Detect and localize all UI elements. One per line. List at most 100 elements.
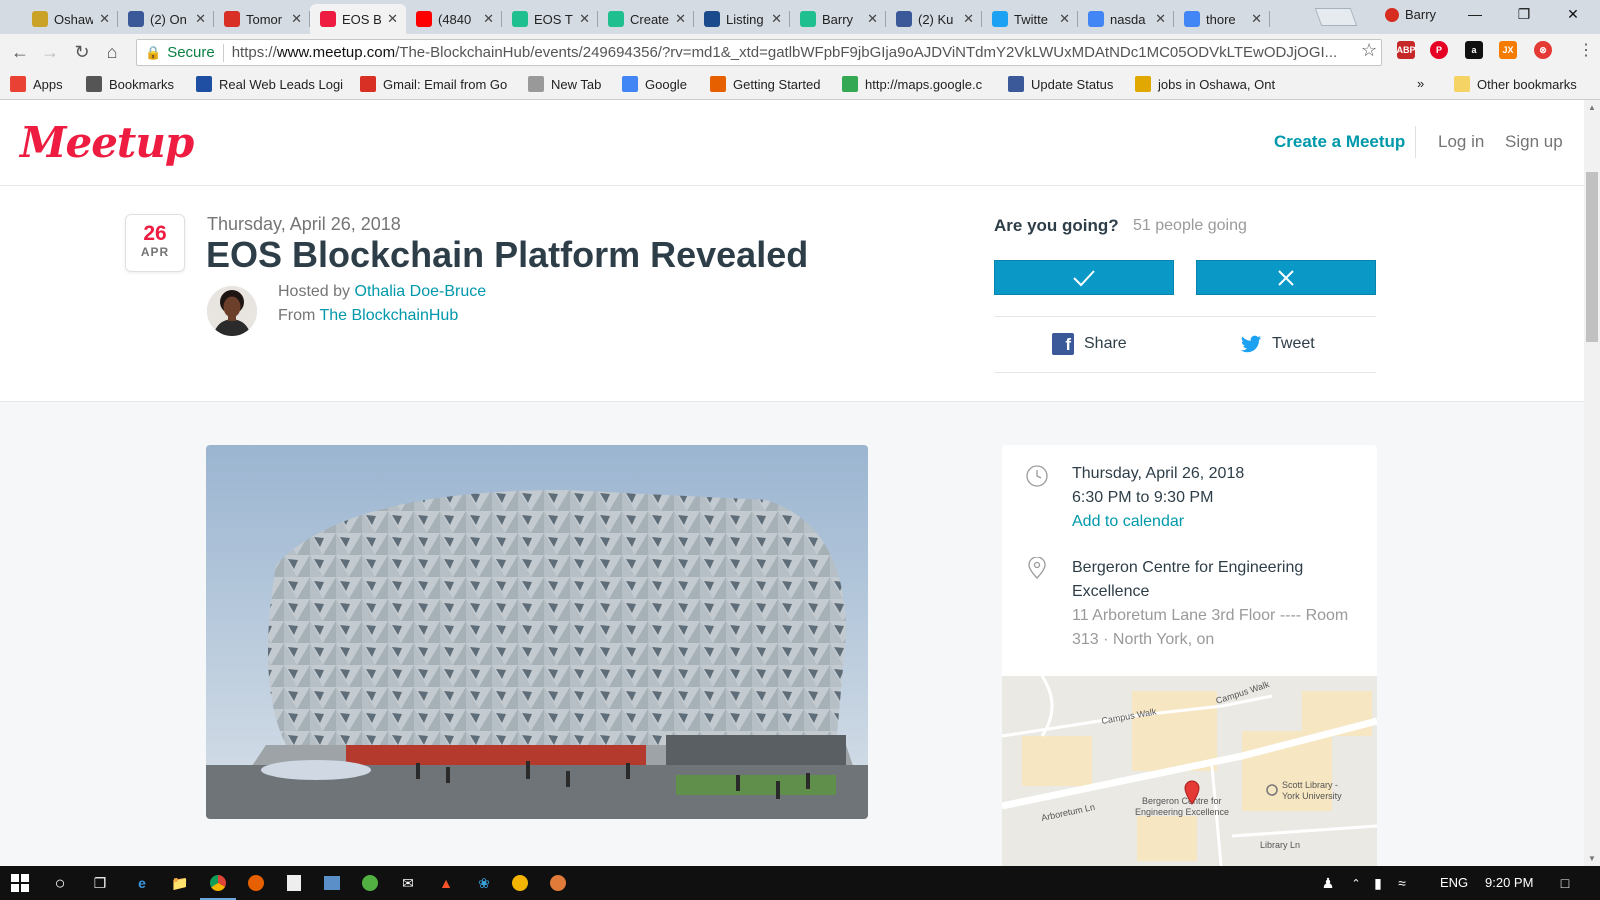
tab-title: Twitte [1014, 11, 1048, 27]
profile-button[interactable]: Barry [1385, 7, 1436, 22]
browser-tab[interactable]: EOS T ✕ [502, 4, 598, 34]
login-link[interactable]: Log in [1438, 132, 1484, 152]
tab-close-icon[interactable]: ✕ [195, 11, 206, 27]
restore-icon[interactable]: ❐ [1514, 6, 1534, 23]
chrome-menu-icon[interactable]: ⋮ [1578, 40, 1594, 60]
browser-tab[interactable]: Oshaw ✕ [22, 4, 118, 34]
tab-close-icon[interactable]: ✕ [387, 11, 398, 27]
bookmark-item[interactable]: Google [622, 76, 687, 92]
tab-close-icon[interactable]: ✕ [1155, 11, 1166, 27]
tab-close-icon[interactable]: ✕ [771, 11, 782, 27]
bookmark-item[interactable]: Getting Started [710, 76, 820, 92]
browser-tab[interactable]: Barry ✕ [790, 4, 886, 34]
scrollbar-thumb[interactable] [1586, 172, 1598, 342]
browser-tab[interactable]: Twitte ✕ [982, 4, 1078, 34]
tab-close-icon[interactable]: ✕ [291, 11, 302, 27]
tab-close-icon[interactable]: ✕ [579, 11, 590, 27]
facebook-icon: f [1052, 333, 1074, 355]
host-avatar[interactable] [207, 286, 257, 336]
tab-close-icon[interactable]: ✕ [963, 11, 974, 27]
rsvp-yes-button[interactable] [994, 260, 1174, 295]
xbox-icon[interactable] [360, 873, 380, 893]
clock[interactable]: 9:20 PM [1485, 875, 1533, 890]
browser-tab[interactable]: (4840 ✕ [406, 4, 502, 34]
tab-close-icon[interactable]: ✕ [867, 11, 878, 27]
oshawa-favicon-icon [32, 11, 48, 27]
facebook-share-button[interactable]: f Share [1052, 333, 1127, 355]
jx-extension-icon[interactable]: JX [1499, 41, 1517, 59]
people-icon[interactable]: ♟ [1318, 873, 1338, 893]
bookmark-star-icon[interactable]: ☆ [1361, 40, 1377, 61]
tab-close-icon[interactable]: ✕ [1059, 11, 1070, 27]
home-icon[interactable]: ⌂ [102, 42, 122, 62]
bookmark-item[interactable]: Update Status [1008, 76, 1113, 92]
tab-close-icon[interactable]: ✕ [675, 11, 686, 27]
bookmarks-overflow[interactable]: » [1417, 76, 1424, 91]
chrome-taskbar-icon[interactable] [200, 873, 236, 900]
browser-tab[interactable]: Listing ✕ [694, 4, 790, 34]
page-scrollbar[interactable]: ▲ ▼ [1584, 100, 1600, 866]
battery-icon[interactable]: ▮ [1368, 873, 1388, 893]
scroll-up-icon[interactable]: ▲ [1588, 103, 1596, 112]
meetup-logo[interactable]: Meetup [20, 118, 194, 167]
browser-tab[interactable]: nasda ✕ [1078, 4, 1174, 34]
minimize-icon[interactable]: — [1465, 6, 1485, 22]
wifi-icon[interactable]: ≈ [1392, 873, 1412, 893]
file-explorer-icon[interactable]: 📁 [170, 873, 190, 893]
tweet-button[interactable]: Tweet [1240, 333, 1315, 355]
browser-tab[interactable]: (2) Ku ✕ [886, 4, 982, 34]
bookmark-item[interactable]: New Tab [528, 76, 601, 92]
app-taskbar-icon[interactable] [322, 873, 342, 893]
signup-link[interactable]: Sign up [1505, 132, 1563, 152]
rsvp-no-button[interactable] [1196, 260, 1376, 295]
back-icon[interactable]: ← [10, 42, 30, 62]
network-app-icon[interactable]: ❀ [474, 873, 494, 893]
bookmark-item[interactable]: Bookmarks [86, 76, 174, 92]
calculator-icon[interactable] [284, 873, 304, 893]
host-name-link[interactable]: Othalia Doe-Bruce [355, 283, 487, 300]
cortana-icon[interactable]: ○ [50, 873, 70, 893]
adblock-extension-icon[interactable]: ABP [1397, 41, 1416, 59]
other-bookmarks[interactable]: Other bookmarks [1454, 76, 1577, 92]
bookmark-item[interactable]: Apps [10, 76, 63, 92]
forward-icon[interactable]: → [40, 42, 60, 62]
stop-extension-icon[interactable]: ⊗ [1534, 41, 1552, 59]
browser-tab[interactable]: Create ✕ [598, 4, 694, 34]
brave-icon[interactable]: ▲ [436, 873, 456, 893]
browser-tab[interactable]: thore ✕ [1174, 4, 1270, 34]
hosted-by-prefix: Hosted by [278, 283, 351, 300]
venue-map[interactable]: Campus Walk Campus Walk Arboretum Ln Lib… [1002, 675, 1377, 866]
new-tab-button[interactable] [1314, 8, 1358, 26]
edge-icon[interactable]: e [132, 873, 152, 893]
windows-start-icon[interactable] [10, 873, 30, 893]
going-count[interactable]: 51 people going [1133, 217, 1247, 235]
bookmark-item[interactable]: jobs in Oshawa, Ont [1135, 76, 1275, 92]
bookmark-item[interactable]: Gmail: Email from Go [360, 76, 507, 92]
tab-close-icon[interactable]: ✕ [1251, 11, 1262, 27]
reload-icon[interactable]: ↻ [72, 42, 92, 62]
tray-chevron-icon[interactable]: ⌃ [1346, 873, 1366, 893]
pinterest-extension-icon[interactable]: P [1430, 41, 1448, 59]
language-indicator[interactable]: ENG [1440, 875, 1468, 890]
browser-tab[interactable]: Tomor ✕ [214, 4, 310, 34]
chrome-canary-icon[interactable] [510, 873, 530, 893]
scroll-down-icon[interactable]: ▼ [1588, 854, 1596, 863]
task-view-icon[interactable]: ❐ [90, 873, 110, 893]
notifications-icon[interactable]: □ [1555, 873, 1575, 893]
bookmark-item[interactable]: Real Web Leads Logi [196, 76, 343, 92]
create-meetup-link[interactable]: Create a Meetup [1274, 132, 1405, 152]
add-to-calendar-link[interactable]: Add to calendar [1072, 510, 1184, 534]
amazon-extension-icon[interactable]: a [1465, 41, 1483, 59]
firefox-taskbar-icon[interactable] [246, 873, 266, 893]
bookmark-item[interactable]: http://maps.google.c [842, 76, 982, 92]
close-window-icon[interactable]: ✕ [1563, 6, 1583, 23]
url-input[interactable]: 🔒 Secure https://www.meetup.com/The-Bloc… [136, 39, 1382, 66]
paint-app-icon[interactable] [548, 873, 568, 893]
browser-tab[interactable]: EOS B ✕ [310, 4, 406, 34]
browser-tab[interactable]: (2) On ✕ [118, 4, 214, 34]
tab-close-icon[interactable]: ✕ [483, 11, 494, 27]
event-featured-photo[interactable] [206, 445, 868, 819]
mail-icon[interactable]: ✉ [398, 873, 418, 893]
tab-close-icon[interactable]: ✕ [99, 11, 110, 27]
group-name-link[interactable]: The BlockchainHub [319, 307, 458, 324]
